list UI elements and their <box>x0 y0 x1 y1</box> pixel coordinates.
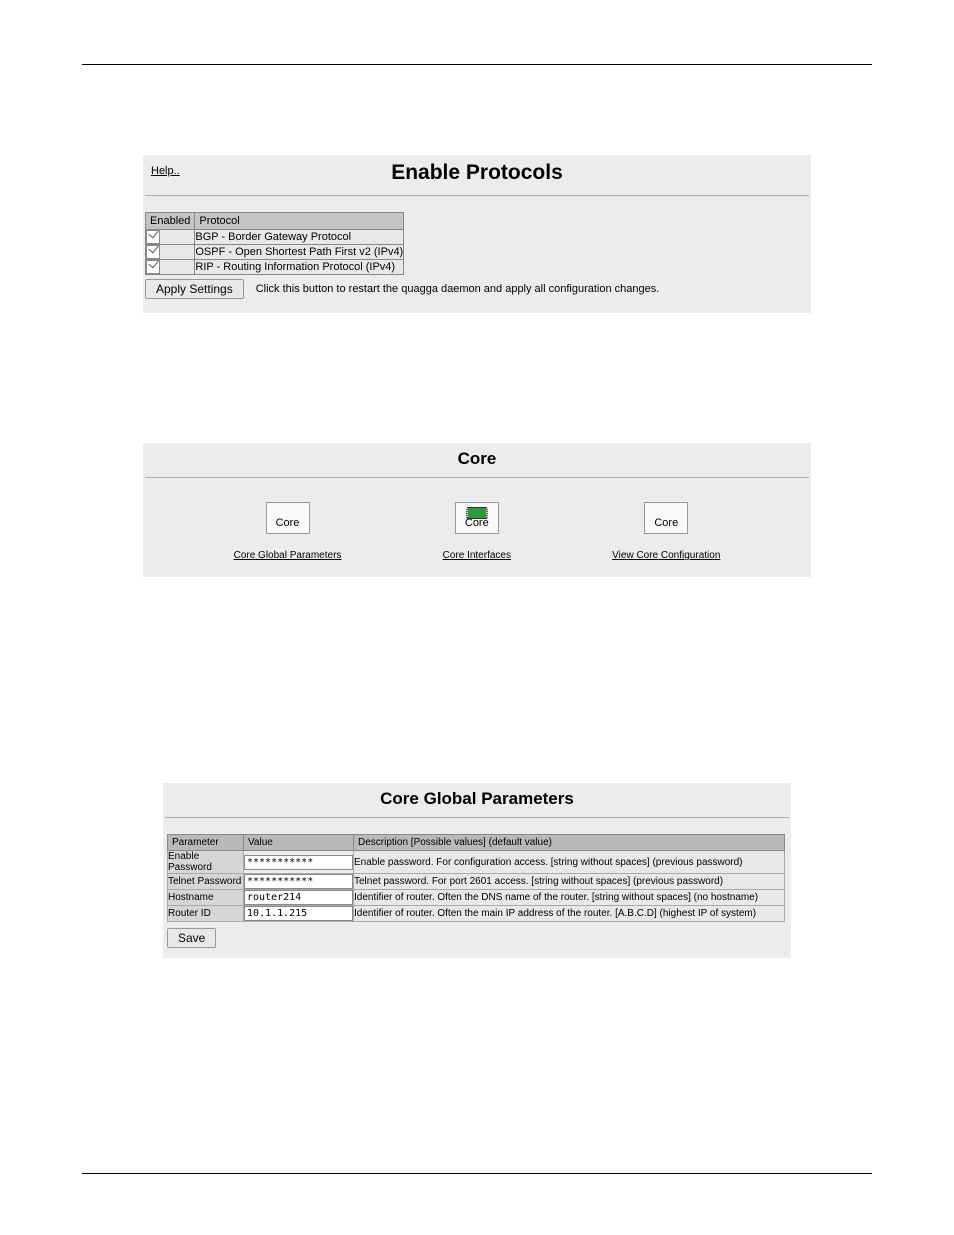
col-value: Value <box>244 835 354 851</box>
page-title: Core Global Parameters <box>163 783 791 817</box>
param-name: Hostname <box>168 890 244 906</box>
protocol-name: RIP - Routing Information Protocol (IPv4… <box>195 260 404 275</box>
core-item-view-configuration[interactable]: Core View Core Configuration <box>612 502 720 563</box>
page-title: Core <box>143 443 811 477</box>
table-header-row: Parameter Value Description [Possible va… <box>168 835 785 851</box>
enable-protocols-panel: Help.. Enable Protocols Enabled Protocol… <box>143 155 811 313</box>
table-row: Router ID Identifier of router. Often th… <box>168 906 785 922</box>
param-description: Identifier of router. Often the DNS name… <box>354 890 785 906</box>
help-link[interactable]: Help.. <box>151 165 180 177</box>
param-name: Router ID <box>168 906 244 922</box>
enable-password-input[interactable] <box>244 855 353 870</box>
protocols-table: Enabled Protocol BGP - Border Gateway Pr… <box>145 212 404 275</box>
param-description: Telnet password. For port 2601 access. [… <box>354 874 785 890</box>
core-item-global-parameters[interactable]: Core Core Global Parameters <box>234 502 342 563</box>
core-chip-icon: Core <box>455 502 499 534</box>
col-protocol: Protocol <box>195 213 404 230</box>
core-text-icon: Core <box>644 502 688 534</box>
param-description: Identifier of router. Often the main IP … <box>354 906 785 922</box>
page-title: Enable Protocols <box>143 155 811 195</box>
core-link-interfaces[interactable]: Core Interfaces <box>443 550 511 561</box>
param-name: Telnet Password <box>168 874 244 890</box>
panel-divider <box>145 477 809 478</box>
param-description: Enable password. For configuration acces… <box>354 851 785 874</box>
apply-settings-button[interactable]: Apply Settings <box>145 279 244 299</box>
core-link-global-parameters[interactable]: Core Global Parameters <box>234 550 342 561</box>
param-name: Enable Password <box>168 851 244 874</box>
icon-label: Core <box>267 517 309 529</box>
telnet-password-input[interactable] <box>244 874 353 889</box>
table-row: Telnet Password Telnet password. For por… <box>168 874 785 890</box>
col-description: Description [Possible values] (default v… <box>354 835 785 851</box>
parameters-table: Parameter Value Description [Possible va… <box>167 834 785 922</box>
protocol-name: OSPF - Open Shortest Path First v2 (IPv4… <box>195 245 404 260</box>
core-link-view-configuration[interactable]: View Core Configuration <box>612 550 720 561</box>
protocol-name: BGP - Border Gateway Protocol <box>195 230 404 245</box>
checkbox-rip[interactable] <box>146 260 160 274</box>
panel-divider <box>145 195 809 196</box>
hostname-input[interactable] <box>244 890 353 905</box>
router-id-input[interactable] <box>244 906 353 921</box>
core-global-parameters-panel: Core Global Parameters Parameter Value D… <box>163 783 791 958</box>
apply-hint-text: Click this button to restart the quagga … <box>256 283 660 295</box>
core-item-interfaces[interactable]: Core Core Interfaces <box>443 502 511 563</box>
table-row: Enable Password Enable password. For con… <box>168 851 785 874</box>
table-row: BGP - Border Gateway Protocol <box>146 230 404 245</box>
icon-label: Core <box>645 517 687 529</box>
table-header-row: Enabled Protocol <box>146 213 404 230</box>
core-text-icon: Core <box>266 502 310 534</box>
table-row: OSPF - Open Shortest Path First v2 (IPv4… <box>146 245 404 260</box>
table-row: RIP - Routing Information Protocol (IPv4… <box>146 260 404 275</box>
panel-divider <box>165 817 789 818</box>
checkbox-cell <box>146 260 195 275</box>
page-top-rule <box>82 64 872 65</box>
save-button[interactable]: Save <box>167 928 216 948</box>
col-parameter: Parameter <box>168 835 244 851</box>
core-panel: Core Core Core Global Parameters Core Co… <box>143 443 811 577</box>
table-row: Hostname Identifier of router. Often the… <box>168 890 785 906</box>
icon-label: Core <box>456 517 498 529</box>
